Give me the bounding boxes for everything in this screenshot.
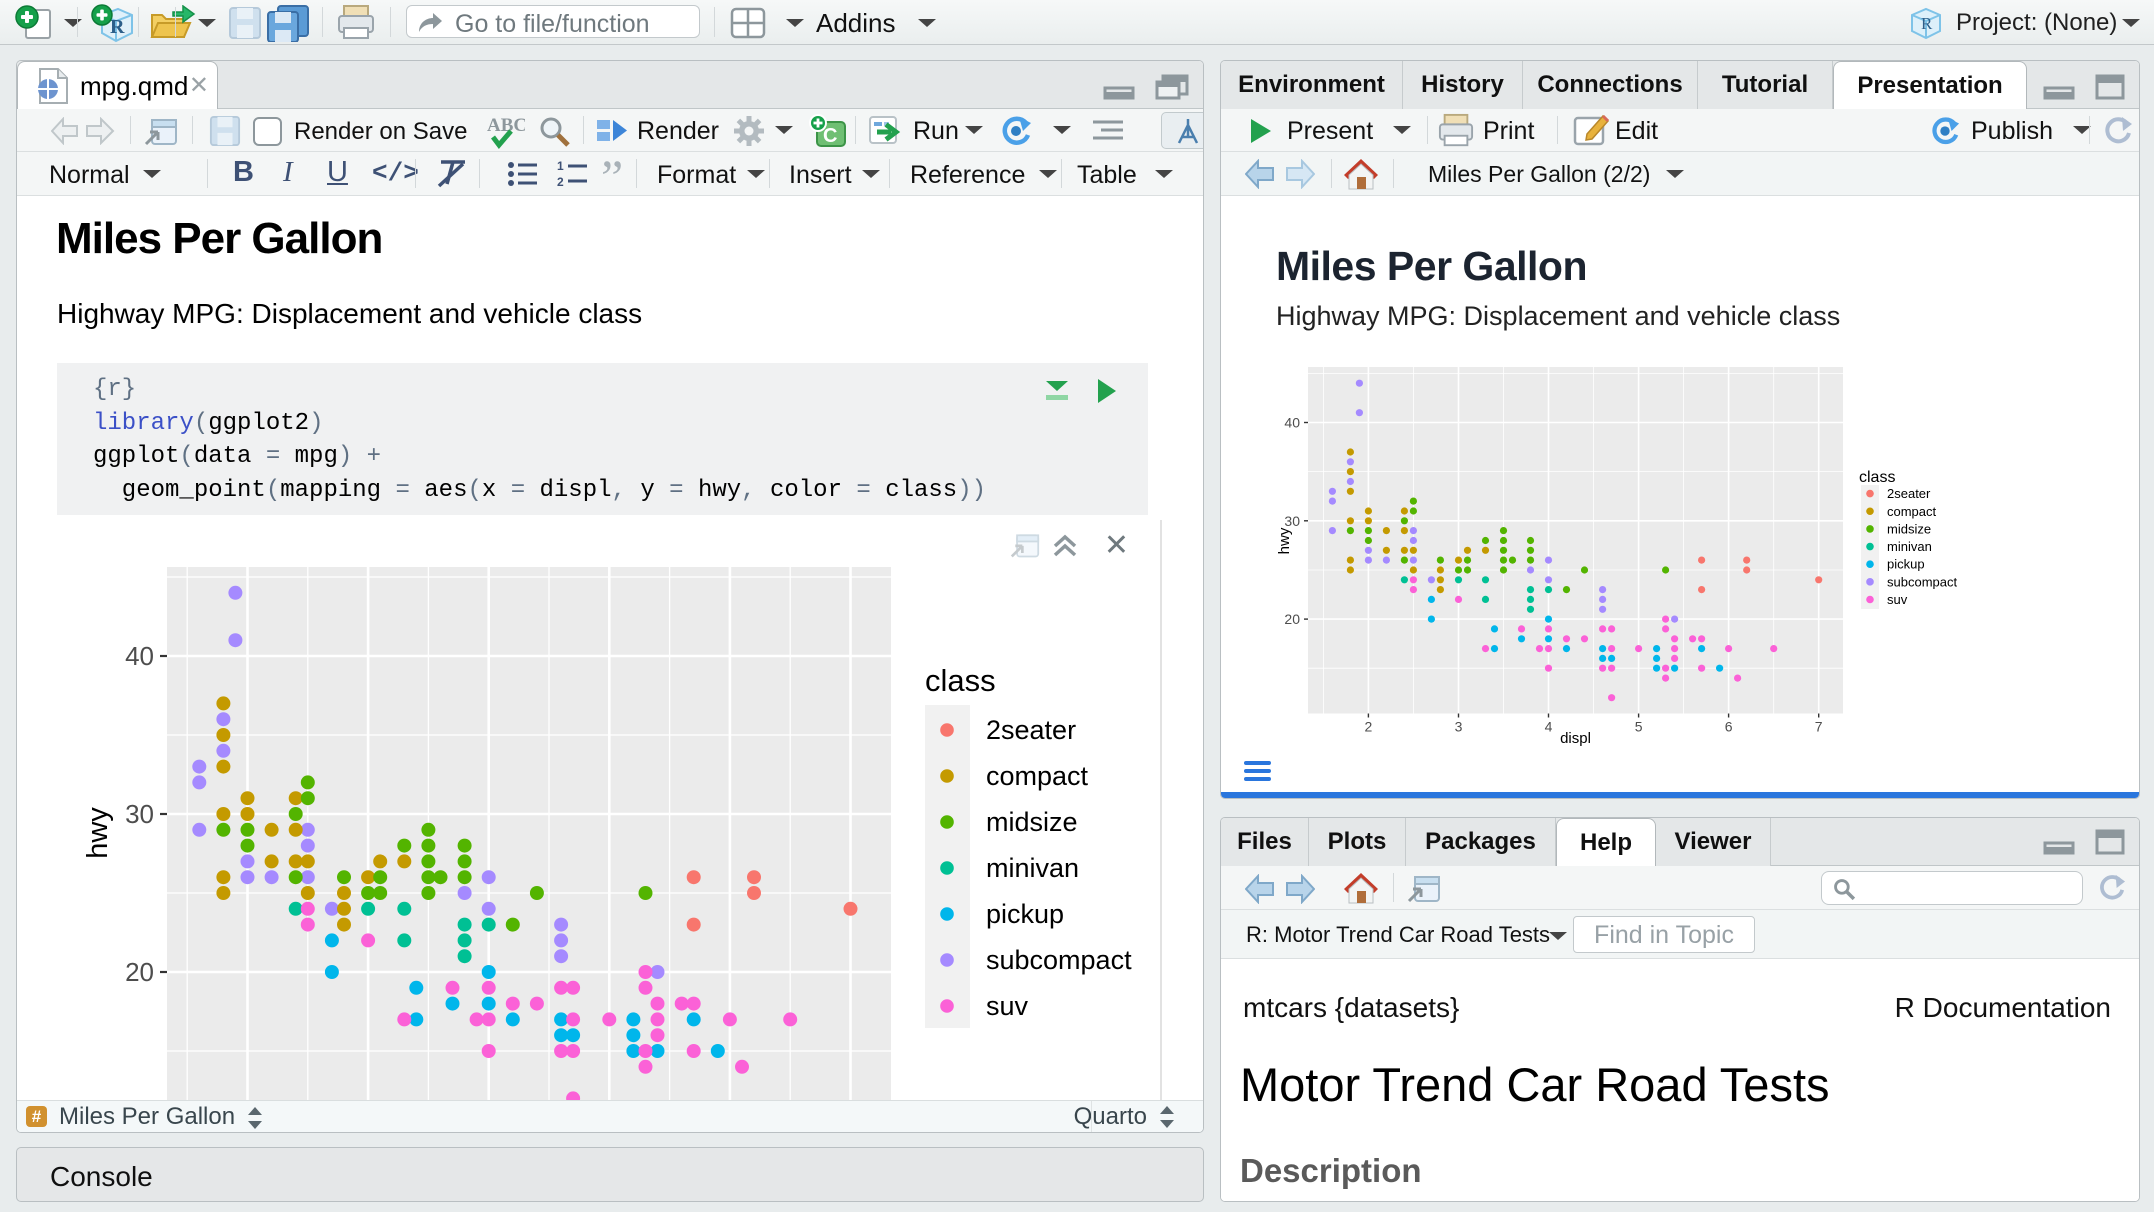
svg-text:40: 40 bbox=[125, 641, 154, 671]
svg-text:2seater: 2seater bbox=[986, 715, 1076, 745]
svg-text:ABC: ABC bbox=[487, 115, 525, 136]
svg-text:midsize: midsize bbox=[986, 807, 1078, 837]
svg-text:suv: suv bbox=[1887, 592, 1908, 607]
svg-text:2seater: 2seater bbox=[1887, 486, 1931, 501]
svg-text:displ: displ bbox=[1560, 730, 1591, 747]
svg-text:minivan: minivan bbox=[986, 853, 1079, 883]
svg-text:2: 2 bbox=[557, 175, 564, 188]
svg-text:3: 3 bbox=[1455, 719, 1463, 735]
svg-text:R: R bbox=[1921, 14, 1933, 33]
svg-text:hwy: hwy bbox=[82, 807, 114, 859]
svg-text:2: 2 bbox=[1365, 719, 1373, 735]
svg-text:7: 7 bbox=[1815, 719, 1823, 735]
svg-text:midsize: midsize bbox=[1887, 521, 1931, 536]
svg-text:class: class bbox=[1859, 469, 1895, 486]
svg-text:hwy: hwy bbox=[1276, 527, 1293, 554]
svg-text:5: 5 bbox=[1635, 719, 1643, 735]
svg-text:1: 1 bbox=[557, 160, 564, 173]
svg-text:compact: compact bbox=[986, 761, 1089, 791]
svg-text:30: 30 bbox=[125, 799, 154, 829]
svg-text:6: 6 bbox=[1725, 719, 1733, 735]
svg-text:suv: suv bbox=[986, 991, 1029, 1021]
svg-text:compact: compact bbox=[1887, 504, 1937, 519]
svg-text:pickup: pickup bbox=[1887, 557, 1925, 572]
svg-text:R: R bbox=[110, 16, 125, 38]
svg-text:class: class bbox=[925, 663, 996, 698]
svg-text:40: 40 bbox=[1284, 415, 1300, 431]
svg-text:30: 30 bbox=[1284, 513, 1300, 529]
svg-text:subcompact: subcompact bbox=[986, 945, 1132, 975]
svg-text:4: 4 bbox=[1545, 719, 1553, 735]
svg-text:minivan: minivan bbox=[1887, 539, 1932, 554]
svg-text:20: 20 bbox=[1284, 611, 1300, 627]
svg-text:subcompact: subcompact bbox=[1887, 574, 1957, 589]
svg-text:pickup: pickup bbox=[986, 899, 1064, 929]
svg-text:20: 20 bbox=[125, 957, 154, 987]
